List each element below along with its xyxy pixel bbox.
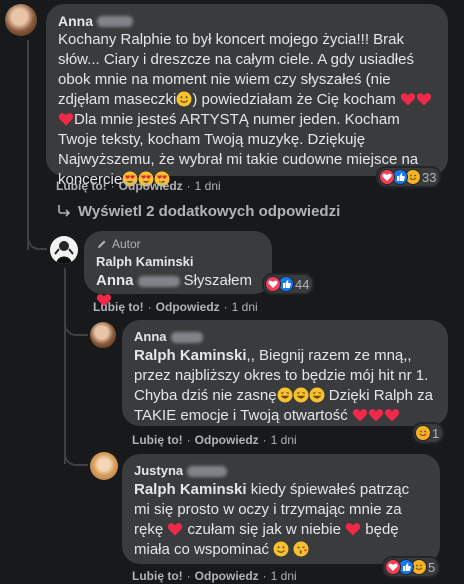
comment-text: Kochany Ralphie to był koncert mojego ży… <box>58 30 436 190</box>
love-reaction-icon <box>265 276 281 292</box>
blurred-surname <box>187 465 228 477</box>
thread-branch <box>64 318 88 336</box>
mention[interactable]: Ralph Kaminski <box>134 481 247 498</box>
smile-emoji-icon <box>176 91 192 107</box>
comment-bubble: Anna Ralph Kaminski,, Biegnij razem ze m… <box>122 320 448 426</box>
like-link[interactable]: Lubię to! <box>132 433 183 447</box>
blurred-surname <box>170 331 203 343</box>
comment-actions: Lubię to! · Odpowiedz · 1 dni <box>93 300 258 314</box>
laughing-emoji-icon <box>309 387 325 403</box>
heart-emoji-icon <box>345 521 361 537</box>
comment-author[interactable]: Ralph Kaminski <box>96 253 194 271</box>
timestamp[interactable]: 1 dni <box>271 569 297 583</box>
heart-emoji-icon <box>416 91 432 107</box>
timestamp[interactable]: 1 dni <box>271 433 297 447</box>
comment-text: Ralph Kaminski kiedy śpiewałeś patrząc m… <box>134 481 410 558</box>
love-reaction-icon <box>379 169 395 185</box>
smile-emoji-icon <box>273 541 289 557</box>
avatar[interactable] <box>90 452 118 480</box>
avatar[interactable] <box>50 236 78 264</box>
reply-link[interactable]: Odpowiedz <box>195 569 259 583</box>
laughing-emoji-icon <box>277 387 293 403</box>
comment-author[interactable]: Anna <box>58 12 93 30</box>
reply-link[interactable]: Odpowiedz <box>195 433 259 447</box>
thread-branch <box>27 228 47 250</box>
timestamp[interactable]: 1 dni <box>232 300 258 314</box>
view-more-replies[interactable]: Wyświetl 2 dodatkowych odpowiedzi <box>56 203 340 220</box>
comment-bubble: Anna Kochany Ralphie to był koncert moje… <box>46 4 448 188</box>
mention[interactable]: Ralph Kaminski <box>134 347 247 364</box>
reaction-count: 33 <box>422 169 437 185</box>
like-link[interactable]: Lubię to! <box>56 179 107 193</box>
reaction-count: 5 <box>428 559 436 575</box>
blurred-surname <box>137 275 180 287</box>
comment-text: Ralph Kaminski,, Biegnij razem ze mną,, … <box>134 347 433 424</box>
comment-bubble: Autor Ralph Kaminski Anna Słyszałem <box>84 231 272 294</box>
laughing-emoji-icon <box>293 387 309 403</box>
avatar[interactable] <box>5 4 37 36</box>
thread-line <box>64 268 66 464</box>
blurred-surname <box>97 15 133 27</box>
comment-author[interactable]: Justyna <box>134 462 183 480</box>
reaction-summary[interactable]: 44 <box>262 273 315 295</box>
heart-emoji-icon <box>167 521 183 537</box>
avatar[interactable] <box>90 322 116 348</box>
care-reaction-icon <box>415 425 431 441</box>
kiss-emoji-icon <box>293 541 309 557</box>
heart-emoji-icon <box>58 111 74 127</box>
heart-emoji-icon <box>384 407 400 423</box>
heart-emoji-icon <box>368 407 384 423</box>
reaction-summary[interactable]: 5 <box>382 556 441 578</box>
comment-actions: Lubię to! · Odpowiedz · 1 dni <box>132 433 297 447</box>
like-link[interactable]: Lubię to! <box>132 569 183 583</box>
reaction-count: 1 <box>432 425 440 441</box>
reaction-count: 44 <box>295 276 310 292</box>
thread-branch <box>64 446 88 466</box>
reaction-summary[interactable]: 1 <box>412 422 445 444</box>
reaction-summary[interactable]: 33 <box>376 166 442 188</box>
mention[interactable]: Anna <box>96 272 134 289</box>
like-link[interactable]: Lubię to! <box>93 300 144 314</box>
reply-link[interactable]: Odpowiedz <box>156 300 220 314</box>
comment-bubble: Justyna Ralph Kaminski kiedy śpiewałeś p… <box>122 454 440 564</box>
pencil-icon <box>98 240 106 248</box>
author-badge: Autor <box>96 237 260 251</box>
love-reaction-icon <box>385 559 401 575</box>
thread-branch <box>27 200 45 212</box>
reply-link[interactable]: Odpowiedz <box>119 179 183 193</box>
timestamp[interactable]: 1 dni <box>195 179 221 193</box>
thread-line <box>27 40 29 210</box>
comment-author[interactable]: Anna <box>134 328 167 346</box>
comment-actions: Lubię to! · Odpowiedz · 1 dni <box>56 179 221 193</box>
heart-emoji-icon <box>400 91 416 107</box>
reply-arrow-icon <box>58 205 71 217</box>
comment-actions: Lubię to! · Odpowiedz · 1 dni <box>132 569 297 583</box>
heart-emoji-icon <box>352 407 368 423</box>
